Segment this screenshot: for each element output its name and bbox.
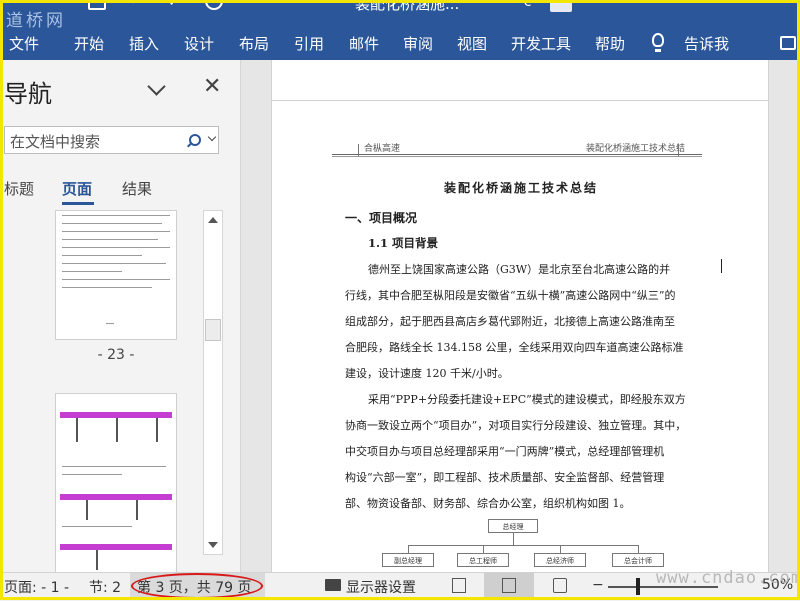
status-page[interactable]: 页面: - 1 - <box>4 577 69 597</box>
undo-icon[interactable]: ↶ <box>130 0 142 10</box>
tab-layout[interactable]: 布局 <box>239 33 269 54</box>
display-settings-icon[interactable] <box>325 579 341 591</box>
tab-insert[interactable]: 插入 <box>129 33 159 54</box>
display-settings-button[interactable]: 显示器设置 <box>346 577 416 597</box>
tab-references[interactable]: 引用 <box>294 33 324 54</box>
tab-help[interactable]: 帮助 <box>595 33 625 54</box>
scroll-down-icon[interactable] <box>208 542 218 548</box>
save-icon[interactable] <box>88 0 106 10</box>
print-layout-icon[interactable] <box>502 578 516 593</box>
document-title: 装配化桥涵施... <box>355 0 460 13</box>
header-rule <box>332 156 702 157</box>
text-cursor <box>721 259 722 273</box>
search-input[interactable]: 在文档中搜索 <box>4 126 219 154</box>
paragraph-line: 部、物资设备部、财务部、综合办公室，组织机构如图 1。 <box>345 497 631 510</box>
page-thumbnail-number: - 23 - <box>97 347 135 363</box>
org-chart-connector <box>638 545 639 553</box>
org-chart-node: 总工程师 <box>457 553 509 567</box>
nav-tab-headings[interactable]: 标题 <box>4 178 34 199</box>
lightbulb-icon[interactable] <box>652 33 664 52</box>
paragraph-line: 中交项目办与项目总经理部采用“一门两牌”模式，总经理部管理机 <box>345 445 665 458</box>
avatar[interactable] <box>550 0 572 12</box>
status-section[interactable]: 节: 2 <box>89 577 121 597</box>
org-chart-connector <box>560 545 561 553</box>
thumbnail-scrollbar[interactable] <box>203 210 223 555</box>
navigation-pane: 导航 ✕ 在文档中搜索 标题 页面 结果 - 23 - <box>0 60 241 573</box>
read-mode-icon[interactable] <box>452 578 466 593</box>
org-chart-node: 总会计师 <box>612 553 664 567</box>
paragraph-line: 建设，设计速度 120 千米/小时。 <box>345 367 509 380</box>
org-chart-connector <box>408 545 638 546</box>
close-icon[interactable]: ✕ <box>203 74 221 99</box>
title-bar: 道桥网 ↶ ✓ 装配化桥涵施... ~c <box>0 0 800 28</box>
header-rule <box>332 154 702 155</box>
chevron-down-icon[interactable] <box>147 77 166 96</box>
document-area: 合枞高速 装配化桥涵施工技术总结 装配化桥涵施工技术总结 一、项目概况 1.1 … <box>241 60 800 572</box>
page-header-right: 装配化桥涵施工技术总结 <box>586 144 686 154</box>
org-chart-node: 总经理 <box>488 519 538 533</box>
subsection-heading: 1.1 项目背景 <box>368 236 439 250</box>
section-heading: 一、项目概况 <box>345 211 418 225</box>
comment-icon[interactable] <box>780 36 796 50</box>
paragraph-line: 德州至上饶国家高速公路（G3W）是北京至台北高速公路的并 <box>368 263 671 276</box>
paragraph-line: 构设“六部一室”，即工程部、技术质量部、安全监督部、经营管理 <box>345 471 665 484</box>
previous-page <box>271 60 769 104</box>
zoom-slider-thumb[interactable] <box>636 578 640 595</box>
document-heading: 装配化桥涵施工技术总结 <box>443 181 598 195</box>
scrollbar-thumb[interactable] <box>205 319 221 341</box>
org-chart-node: 总经济师 <box>534 553 586 567</box>
tell-me-button[interactable]: 告诉我 <box>684 33 729 54</box>
tab-review[interactable]: 审阅 <box>403 33 433 54</box>
touch-mode-icon[interactable] <box>205 0 223 10</box>
paragraph-line: 合肥段，路线全长 134.158 公里，全线采用双向四车道高速公路标准 <box>345 341 684 354</box>
tab-home[interactable]: 开始 <box>74 33 104 54</box>
paragraph-line: 行线，其中合肥至枞阳段是安徽省“五纵十横”高速公路网中“纵三”的 <box>345 289 676 302</box>
scroll-up-icon[interactable] <box>208 217 218 223</box>
page-header-left: 合枞高速 <box>364 144 401 154</box>
page-thumbnail[interactable] <box>55 210 177 340</box>
document-page[interactable]: 合枞高速 装配化桥涵施工技术总结 装配化桥涵施工技术总结 一、项目概况 1.1 … <box>271 100 769 572</box>
zoom-out-button[interactable]: − <box>592 577 604 593</box>
active-tab-indicator <box>62 202 94 205</box>
search-icon[interactable] <box>189 134 201 146</box>
account-initials-icon[interactable]: ~c <box>512 0 531 10</box>
tab-view[interactable]: 视图 <box>457 33 487 54</box>
nav-tab-results[interactable]: 结果 <box>122 178 152 199</box>
org-chart-connector <box>483 545 484 553</box>
watermark-url: www.cndao.com <box>656 568 800 588</box>
paragraph-line: 采用“PPP+分段委托建设+EPC”模式的建设模式，即经股东双方 <box>368 393 686 406</box>
tab-file[interactable]: 文件 <box>9 33 39 54</box>
red-annotation-oval <box>131 573 263 599</box>
tab-developer[interactable]: 开发工具 <box>511 33 571 54</box>
page-thumbnail[interactable] <box>55 393 177 573</box>
checkmark-icon[interactable]: ✓ <box>168 0 180 10</box>
org-chart-connector <box>513 533 514 545</box>
nav-pane-title: 导航 <box>4 80 52 108</box>
search-placeholder: 在文档中搜索 <box>10 133 101 151</box>
org-chart-connector <box>408 545 409 553</box>
org-chart-node: 副总经理 <box>382 553 434 567</box>
paragraph-line: 协商一致设立两个“项目办”，对项目实行分段建设、独立管理。其中， <box>345 419 687 432</box>
tab-design[interactable]: 设计 <box>184 33 214 54</box>
watermark-logo: 道桥网 <box>6 11 66 28</box>
tab-mailings[interactable]: 邮件 <box>349 33 379 54</box>
chevron-down-icon[interactable] <box>207 132 217 142</box>
web-layout-icon[interactable] <box>553 578 567 593</box>
nav-tab-pages[interactable]: 页面 <box>62 178 92 199</box>
ribbon-tabs: 文件 开始 插入 设计 布局 引用 邮件 审阅 视图 开发工具 帮助 告诉我 <box>0 28 800 60</box>
paragraph-line: 组成部分，起于肥西县高店乡葛代郢附近，北接德上高速公路淮南至 <box>345 315 675 328</box>
